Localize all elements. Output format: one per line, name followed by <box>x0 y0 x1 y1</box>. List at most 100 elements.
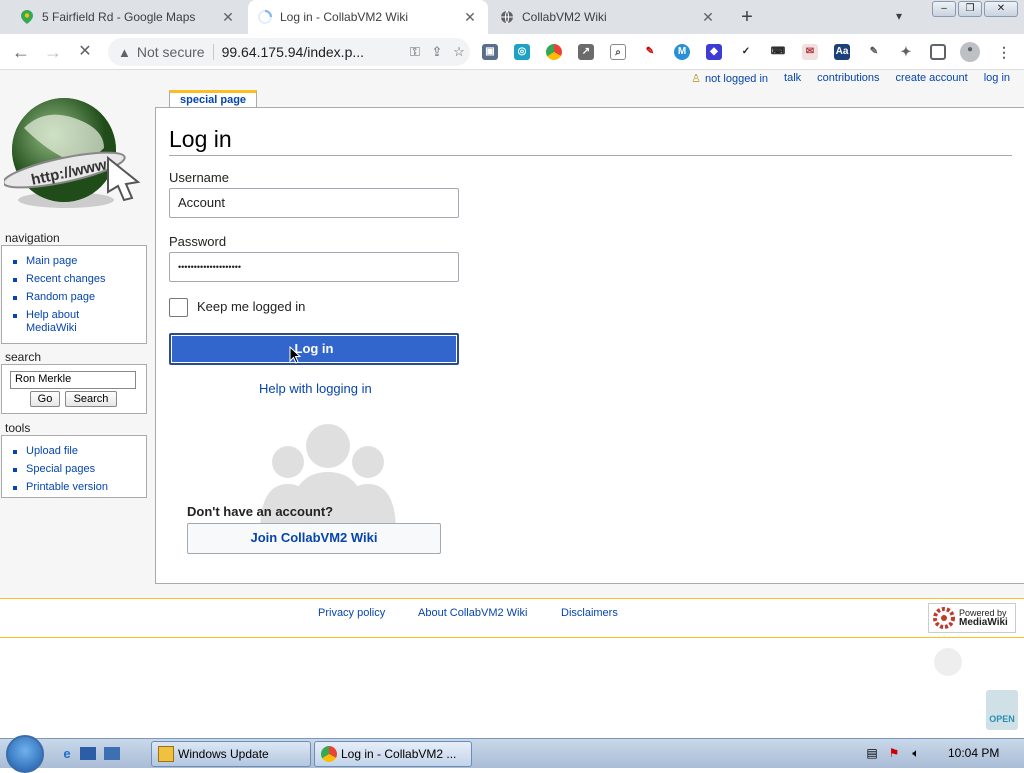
help-logging-in-link[interactable]: Help with logging in <box>259 381 372 396</box>
wiki-page: ♙ not logged in talk contributions create… <box>0 70 1024 738</box>
new-tab-button[interactable]: + <box>736 7 758 29</box>
volume-icon[interactable]: 🔈︎ <box>908 745 924 761</box>
back-arrow-icon[interactable]: ← <box>10 41 32 63</box>
open-badge-icon[interactable]: OPEN <box>986 690 1018 730</box>
internet-explorer-icon[interactable]: e <box>58 745 76 763</box>
profile-avatar-icon[interactable]: ● <box>960 42 980 62</box>
site-logo[interactable]: http://www <box>2 88 144 212</box>
tab-title: 5 Fairfield Rd - Google Maps <box>42 10 196 24</box>
page-title: Log in <box>169 126 1012 156</box>
extension-6-icon[interactable]: ✎ <box>642 44 658 60</box>
go-button[interactable]: Go <box>30 391 60 407</box>
nav-main-page[interactable]: Main page <box>10 255 146 268</box>
page-bottom-area: OPEN <box>0 638 1024 738</box>
password-input[interactable]: •••••••••••••••••••• <box>169 252 459 282</box>
join-wiki-button[interactable]: Join CollabVM2 Wiki <box>187 523 441 554</box>
privacy-policy-link[interactable]: Privacy policy <box>318 607 385 619</box>
extension-9-icon[interactable]: ✓ <box>738 44 754 60</box>
browser-menu-icon[interactable]: ⋮ <box>996 44 1012 60</box>
share-icon[interactable]: ⇪ <box>426 44 448 60</box>
log-in-link[interactable]: log in <box>984 72 1010 85</box>
action-center-icon[interactable]: ⚑ <box>886 745 902 761</box>
powered-by-mediawiki-badge[interactable]: Powered by MediaWiki <box>928 603 1016 633</box>
security-status[interactable]: Not secure <box>137 44 205 60</box>
loading-spinner-icon <box>258 10 272 24</box>
address-bar[interactable]: ▲ Not secure 99.64.175.94/index.p... ⚿ ⇪… <box>108 38 470 66</box>
show-desktop-icon[interactable] <box>80 747 96 760</box>
keep-logged-in-label[interactable]: Keep me logged in <box>197 299 305 314</box>
maps-pin-icon <box>20 10 34 24</box>
extension-3-icon[interactable] <box>546 44 562 60</box>
browser-tab-strip: 5 Fairfield Rd - Google Maps ✕ Log in - … <box>0 0 1024 34</box>
nav-recent-changes[interactable]: Recent changes <box>10 273 146 286</box>
personal-tools: ♙ not logged in talk contributions create… <box>691 72 1010 85</box>
navigation-heading: navigation <box>5 231 60 245</box>
extension-1-icon[interactable]: ▣ <box>482 44 498 60</box>
windows-update-icon <box>158 746 174 762</box>
contributions-link[interactable]: contributions <box>817 72 879 85</box>
extension-keyboard-icon[interactable]: ⌨ <box>770 44 786 60</box>
navigation-portlet: Main page Recent changes Random page Hel… <box>1 245 147 344</box>
network-icon[interactable]: ▤ <box>864 745 880 761</box>
taskbar-chrome-window[interactable]: Log in - CollabVM2 ... <box>314 741 472 767</box>
keep-logged-in-checkbox[interactable] <box>169 298 188 317</box>
side-panel-icon[interactable] <box>930 44 946 60</box>
footer: Privacy policy About CollabVM2 Wiki Disc… <box>0 598 1024 638</box>
minimize-icon[interactable]: – <box>932 1 956 17</box>
extension-11-icon[interactable]: ✉ <box>802 44 818 60</box>
extension-magnifier-icon[interactable]: ⌕ <box>610 44 626 60</box>
close-tab-icon[interactable]: ✕ <box>700 9 716 25</box>
create-account-link[interactable]: create account <box>896 72 968 85</box>
restore-icon[interactable]: ❐ <box>958 1 982 17</box>
disclaimers-link[interactable]: Disclaimers <box>561 607 618 619</box>
close-window-icon[interactable]: ✕ <box>984 1 1018 17</box>
tab-google-maps[interactable]: 5 Fairfield Rd - Google Maps ✕ <box>10 0 246 34</box>
warning-triangle-icon[interactable]: ▲ <box>118 45 131 60</box>
chrome-icon <box>321 746 337 762</box>
extension-dictionary-icon[interactable]: Aa <box>834 44 850 60</box>
extension-8-icon[interactable]: ◆ <box>706 44 722 60</box>
close-tab-icon[interactable]: ✕ <box>220 9 236 25</box>
search-heading: search <box>5 350 42 364</box>
tools-upload-file[interactable]: Upload file <box>10 445 146 458</box>
nav-help[interactable]: Help about MediaWiki <box>10 309 146 335</box>
search-button[interactable]: Search <box>65 391 117 407</box>
powered-name-text: MediaWiki <box>959 617 1008 628</box>
tab-special-page[interactable]: special page <box>169 90 258 108</box>
tab-search-icon[interactable]: ▾ <box>896 9 902 23</box>
tools-special-pages[interactable]: Special pages <box>10 463 146 476</box>
divider <box>212 44 214 60</box>
talk-link[interactable]: talk <box>784 72 801 85</box>
scroll-up-icon[interactable] <box>934 648 962 676</box>
nav-random-page[interactable]: Random page <box>10 291 146 304</box>
extension-4-icon[interactable]: ↗ <box>578 44 594 60</box>
about-link[interactable]: About CollabVM2 Wiki <box>418 607 527 619</box>
extension-2-icon[interactable]: ◎ <box>514 44 530 60</box>
window-controls: – ❐ ✕ <box>932 1 1018 17</box>
search-input[interactable]: Ron Merkle <box>10 371 136 389</box>
tab-collabvm2-wiki[interactable]: CollabVM2 Wiki ✕ <box>490 0 726 34</box>
taskbar-windows-update[interactable]: Windows Update <box>151 741 311 767</box>
tab-login-collabvm2[interactable]: Log in - CollabVM2 Wiki ✕ <box>248 0 488 34</box>
start-button-icon[interactable] <box>6 735 44 773</box>
stop-loading-icon[interactable]: ✕ <box>74 41 96 63</box>
extension-7-icon[interactable]: M <box>674 44 690 60</box>
extensions-puzzle-icon[interactable]: ✦ <box>898 44 914 60</box>
not-logged-in-link[interactable]: ♙ not logged in <box>691 72 768 85</box>
tools-heading: tools <box>5 421 31 435</box>
switch-windows-icon[interactable] <box>104 747 120 760</box>
clock[interactable]: 10:04 PM <box>948 746 999 760</box>
username-label: Username <box>169 170 229 185</box>
url-text[interactable]: 99.64.175.94/index.p... <box>222 44 404 60</box>
forward-arrow-icon[interactable]: → <box>42 41 64 63</box>
bookmark-star-icon[interactable]: ☆ <box>448 44 470 60</box>
tools-printable-version[interactable]: Printable version <box>10 481 146 494</box>
user-icon: ♙ <box>691 73 702 85</box>
extension-13-icon[interactable]: ✎ <box>866 44 882 60</box>
close-tab-icon[interactable]: ✕ <box>462 9 478 25</box>
username-input[interactable]: Account <box>169 188 459 218</box>
globe-icon <box>500 10 514 24</box>
windows-taskbar: e Windows Update Log in - CollabVM2 ... … <box>0 735 1024 773</box>
key-icon[interactable]: ⚿ <box>404 44 426 60</box>
log-in-button[interactable]: Log in <box>169 333 459 365</box>
